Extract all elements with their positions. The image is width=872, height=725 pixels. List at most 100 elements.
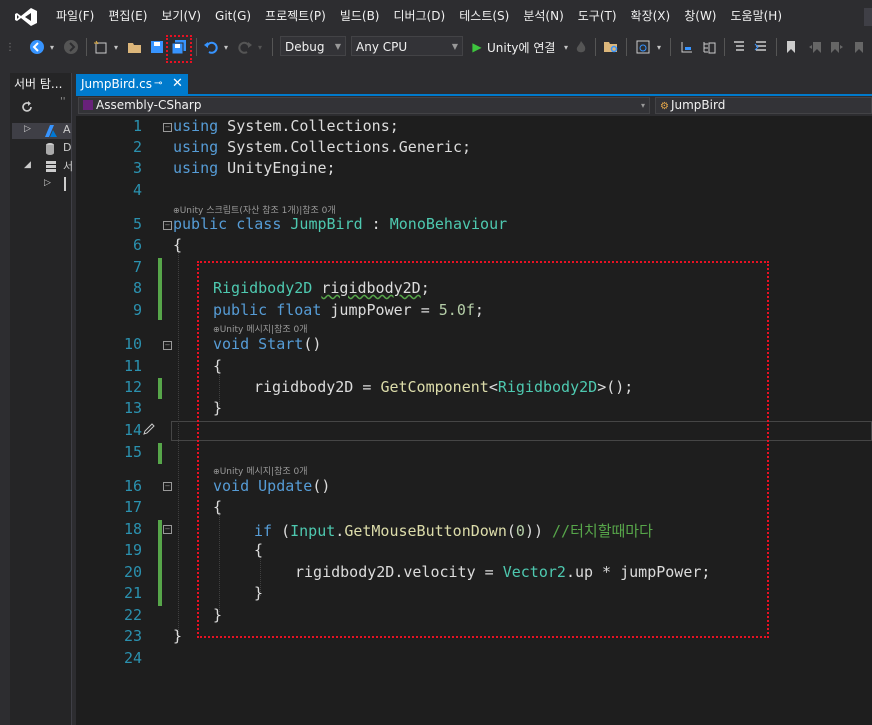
project-name: Assembly-CSharp [96, 98, 202, 112]
forward-icon[interactable] [62, 36, 80, 58]
menu-debug[interactable]: 디버그(D) [387, 0, 453, 33]
clear-bookmarks-icon[interactable] [850, 36, 868, 58]
menu-test[interactable]: 테스트(S) [452, 0, 516, 33]
menu-project[interactable]: 프로젝트(P) [258, 0, 333, 33]
menu-extensions[interactable]: 확장(X) [624, 0, 678, 33]
class-name: JumpBird [670, 98, 726, 112]
platform-select[interactable]: Any CPU ▼ [351, 36, 463, 56]
database-icon [44, 141, 58, 155]
fold-toggle-icon[interactable]: − [163, 221, 172, 230]
undo-dropdown-icon[interactable]: ▾ [222, 36, 230, 58]
config-select[interactable]: Debug ▼ [280, 36, 346, 56]
bookmark-icon[interactable] [782, 36, 800, 58]
tab-jumpbird-cs[interactable]: JumpBird.cs ⊸ ✕ [76, 74, 188, 94]
line-number: 12 [123, 378, 142, 396]
tree-collapse-icon[interactable]: ◢ [24, 160, 31, 170]
attach-unity-button[interactable]: Unity에 연결 [487, 36, 559, 58]
code-highlight-box [197, 261, 769, 638]
line-number: 4 [132, 181, 142, 199]
menu-analyze[interactable]: 분석(N) [516, 0, 570, 33]
fold-toggle-icon[interactable]: − [163, 525, 172, 534]
menu-git[interactable]: Git(G) [208, 0, 258, 33]
line-number: 13 [123, 399, 142, 417]
menu-help[interactable]: 도움말(H) [724, 0, 790, 33]
tree-item-azure-label: A [63, 123, 71, 136]
server-icon [44, 159, 58, 173]
comment-lines-icon[interactable] [730, 36, 748, 58]
hot-reload-icon[interactable] [574, 36, 588, 58]
redo-dropdown-icon[interactable]: ▾ [256, 36, 264, 58]
play-icon[interactable]: ▶ [470, 36, 484, 58]
tree-item-servers-label: 서 [63, 160, 74, 173]
config-value: Debug [285, 40, 325, 54]
next-bookmark-icon[interactable] [828, 36, 846, 58]
server-explorer-tab[interactable]: 서버 탐... [14, 74, 70, 94]
code-line-23[interactable]: } [173, 627, 182, 645]
redo-icon[interactable] [236, 36, 254, 58]
line-number: 2 [132, 138, 142, 156]
chevron-down-icon: ▾ [640, 101, 645, 110]
project-dropdown[interactable]: Assembly-CSharp ▾ [78, 97, 650, 114]
uncomment-lines-icon[interactable] [752, 36, 770, 58]
new-dropdown-icon[interactable]: ▾ [112, 36, 120, 58]
new-item-icon[interactable] [92, 36, 110, 58]
class-icon: ⚙ [660, 101, 669, 112]
line-number: 7 [132, 258, 142, 276]
line-number: 1 [132, 117, 142, 135]
fold-toggle-icon[interactable]: − [163, 482, 172, 491]
tree-expand-icon[interactable]: ▷ [24, 124, 31, 134]
line-number: 22 [123, 606, 142, 624]
line-number: 16 [123, 477, 142, 495]
step-into-icon[interactable] [678, 36, 696, 58]
line-number: 24 [123, 649, 142, 667]
fold-toggle-icon[interactable]: − [163, 341, 172, 350]
prev-bookmark-icon[interactable] [806, 36, 824, 58]
line-number: 5 [132, 215, 142, 233]
save-icon[interactable] [148, 36, 166, 58]
more-icon[interactable]: '' [60, 96, 70, 108]
indent-guide [178, 240, 179, 640]
menu-list: 파일(F) 편집(E) 보기(V) Git(G) 프로젝트(P) 빌드(B) 디… [49, 0, 789, 33]
code-line-5[interactable]: public class JumpBird : MonoBehaviour [173, 215, 507, 233]
browser-dropdown-icon[interactable]: ▾ [654, 36, 664, 58]
line-number: 10 [123, 335, 142, 353]
tree-expand-child-icon[interactable]: ▷ [44, 178, 51, 188]
save-all-highlight-box [166, 35, 192, 63]
tree-item-data-label: D [63, 141, 72, 154]
change-marker [158, 378, 162, 399]
menu-file[interactable]: 파일(F) [49, 0, 101, 33]
menu-tools[interactable]: 도구(T) [571, 0, 624, 33]
menu-edit[interactable]: 편집(E) [101, 0, 154, 33]
fold-toggle-icon[interactable]: − [163, 123, 172, 132]
pin-icon[interactable]: ⊸ [154, 74, 162, 94]
line-number: 14 [123, 421, 142, 439]
visual-studio-logo-icon[interactable] [14, 7, 38, 27]
open-folder-icon[interactable] [126, 36, 144, 58]
browser-icon[interactable] [634, 36, 652, 58]
line-number: 18 [123, 520, 142, 538]
back-icon[interactable] [28, 36, 46, 58]
menu-build[interactable]: 빌드(B) [333, 0, 387, 33]
toolbar: ⋮ ▾ ▾ ▾ ▾ Debug ▼ Any CPU ▼ ▶ Unity에 연결 ▾ [0, 33, 872, 61]
code-line-6[interactable]: { [173, 236, 182, 254]
server-explorer-panel [0, 73, 72, 725]
menu-window[interactable]: 창(W) [677, 0, 723, 33]
undo-icon[interactable] [202, 36, 220, 58]
line-number: 19 [123, 541, 142, 559]
class-dropdown[interactable]: ⚙ JumpBird [655, 97, 872, 114]
close-icon[interactable]: ✕ [172, 74, 183, 94]
back-dropdown-icon[interactable]: ▾ [48, 36, 56, 58]
code-line-2[interactable]: using System.Collections.Generic; [173, 138, 471, 156]
code-line-1[interactable]: using System.Collections; [173, 117, 399, 135]
search-box[interactable] [864, 8, 872, 26]
change-marker [158, 443, 162, 464]
run-dropdown-icon[interactable]: ▾ [562, 36, 570, 58]
refresh-icon[interactable] [20, 99, 34, 113]
left-tool-strip [0, 73, 10, 725]
csharp-project-icon [83, 100, 93, 110]
code-line-3[interactable]: using UnityEngine; [173, 159, 336, 177]
class-view-icon[interactable] [700, 36, 718, 58]
line-number: 20 [123, 563, 142, 581]
find-in-files-icon[interactable] [602, 36, 620, 58]
menu-view[interactable]: 보기(V) [154, 0, 208, 33]
